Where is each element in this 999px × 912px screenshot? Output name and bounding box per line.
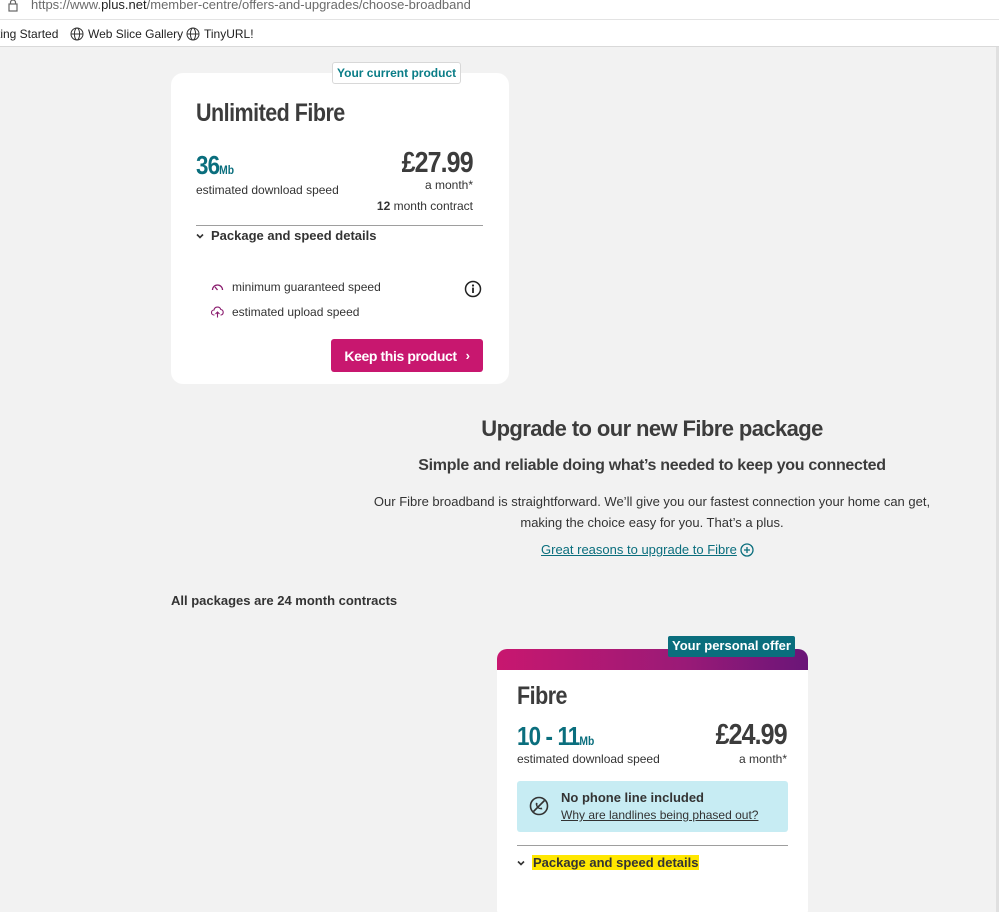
current-details-toggle[interactable]: Package and speed details <box>196 228 376 243</box>
chevron-down-icon <box>517 860 525 866</box>
notice-title: No phone line included <box>561 790 704 805</box>
bookmark-tinyurl[interactable]: TinyURL! <box>186 27 254 41</box>
divider <box>196 225 483 226</box>
speedometer-icon <box>211 284 224 291</box>
plus-circle-icon <box>740 542 754 557</box>
bookmark-web-slice-gallery[interactable]: Web Slice Gallery <box>70 27 183 41</box>
info-icon[interactable] <box>464 280 482 298</box>
current-download-speed: 36Mb <box>196 150 235 180</box>
offer-price: £24.99 <box>715 719 788 751</box>
current-product-name: Unlimited Fibre <box>196 99 345 127</box>
offer-download-speed: 10 - 11Mb <box>517 721 595 751</box>
current-price: £27.99 <box>401 147 474 179</box>
current-price-period: a month* <box>424 178 473 192</box>
url-text: https://www.plus.net/member-centre/offer… <box>31 0 471 12</box>
upgrade-subtitle: Simple and reliable doing what’s needed … <box>418 457 886 474</box>
keep-product-button[interactable]: Keep this product › <box>331 339 483 372</box>
no-phone-line-notice: No phone line included Why are landlines… <box>517 781 788 832</box>
offer-speed-label: estimated download speed <box>517 752 660 766</box>
current-product-tag: Your current product <box>332 62 462 84</box>
globe-icon <box>70 27 84 41</box>
upgrade-reasons-link[interactable]: Great reasons to upgrade to Fibre <box>541 542 754 557</box>
upgrade-body: Our Fibre broadband is straightforward. … <box>373 494 931 530</box>
offer-price-period: a month* <box>738 752 787 766</box>
bookmark-getting-started[interactable]: ting Started <box>0 27 58 41</box>
feature-upload-speed: estimated upload speed <box>211 305 359 319</box>
cloud-upload-icon <box>211 306 224 318</box>
current-contract: 12 month contract <box>376 199 473 213</box>
upgrade-title: Upgrade to our new Fibre package <box>481 416 823 441</box>
offer-name: Fibre <box>517 682 568 710</box>
divider <box>517 845 788 846</box>
feature-min-speed: minimum guaranteed speed <box>211 280 381 294</box>
lock-icon <box>8 0 18 12</box>
bookmarks-bar: ting Started Web Slice Gallery TinyURL! <box>0 20 999 47</box>
globe-icon <box>186 27 200 41</box>
contracts-note: All packages are 24 month contracts <box>171 593 398 608</box>
landline-info-link[interactable]: Why are landlines being phased out? <box>561 808 758 822</box>
current-speed-label: estimated download speed <box>196 183 339 197</box>
personal-offer-tag: Your personal offer <box>668 636 795 657</box>
no-phone-icon <box>529 796 549 816</box>
offer-details-toggle[interactable]: Package and speed details <box>517 855 700 870</box>
address-bar[interactable]: https://www.plus.net/member-centre/offer… <box>0 0 999 20</box>
chevron-down-icon <box>196 233 204 239</box>
